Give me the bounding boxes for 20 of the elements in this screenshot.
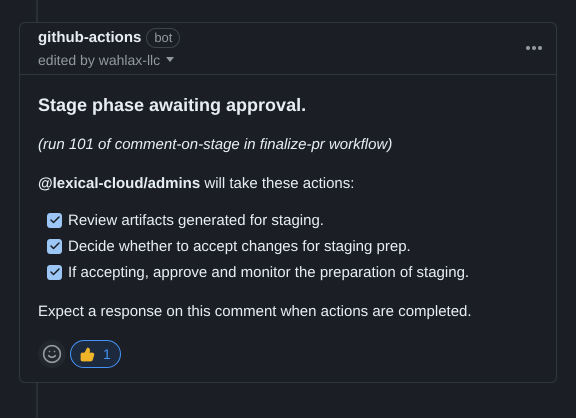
task-label: Decide whether to accept changes for staging prep. — [68, 236, 411, 256]
task-checkbox[interactable] — [47, 264, 62, 280]
author-name[interactable]: github-actions — [38, 27, 142, 50]
task-label: Review artifacts generated for staging. — [68, 210, 324, 230]
footer-text: Expect a response on this comment when actions are completed. — [38, 302, 473, 322]
run-note: (run 101 of comment-on-stage in finalize-pr workflow) — [38, 134, 394, 154]
edited-by-dropdown[interactable]: edited by wahlax-llc — [38, 50, 180, 70]
bot-label: bot — [146, 28, 180, 48]
comment-heading: Stage phase awaiting approval. — [38, 94, 308, 116]
task-checkbox[interactable] — [47, 238, 62, 254]
task-label: If accepting, approve and monitor the preparation of staging. — [68, 262, 470, 282]
add-reaction-button[interactable] — [38, 340, 66, 368]
thumbs-up-icon — [80, 346, 95, 362]
intro-text: @lexical-cloud/admins will take these actions: — [38, 174, 356, 194]
smiley-icon — [42, 344, 62, 364]
more-icon — [526, 46, 542, 50]
more-options-button[interactable] — [526, 46, 542, 50]
caret-icon — [166, 57, 174, 62]
thumbs-up-reaction[interactable]: 1 — [70, 340, 121, 368]
task-checkbox[interactable] — [47, 212, 62, 228]
